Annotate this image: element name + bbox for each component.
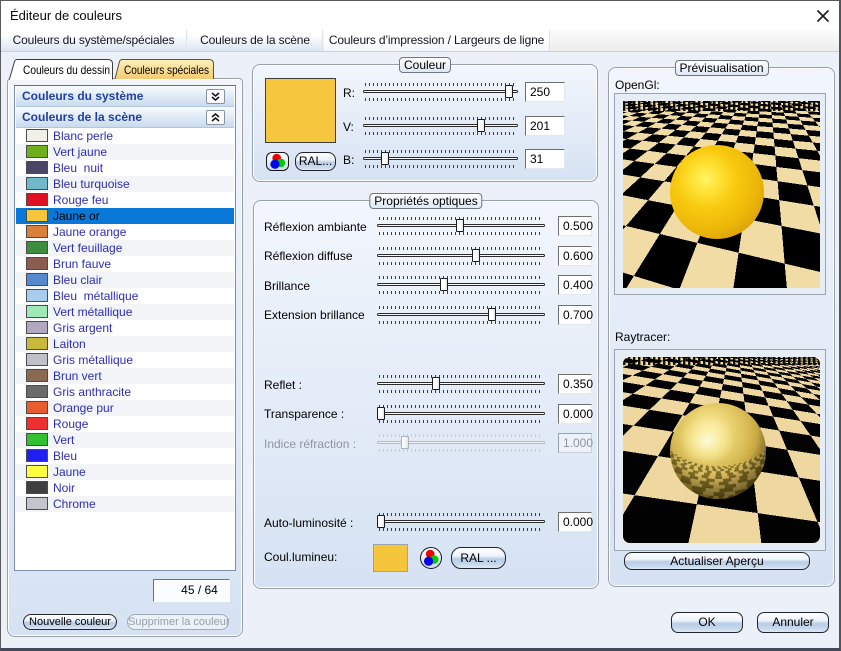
svg-text:Couleurs du dessin: Couleurs du dessin [23, 63, 110, 77]
svg-text:Couleurs spéciales: Couleurs spéciales [124, 63, 209, 77]
